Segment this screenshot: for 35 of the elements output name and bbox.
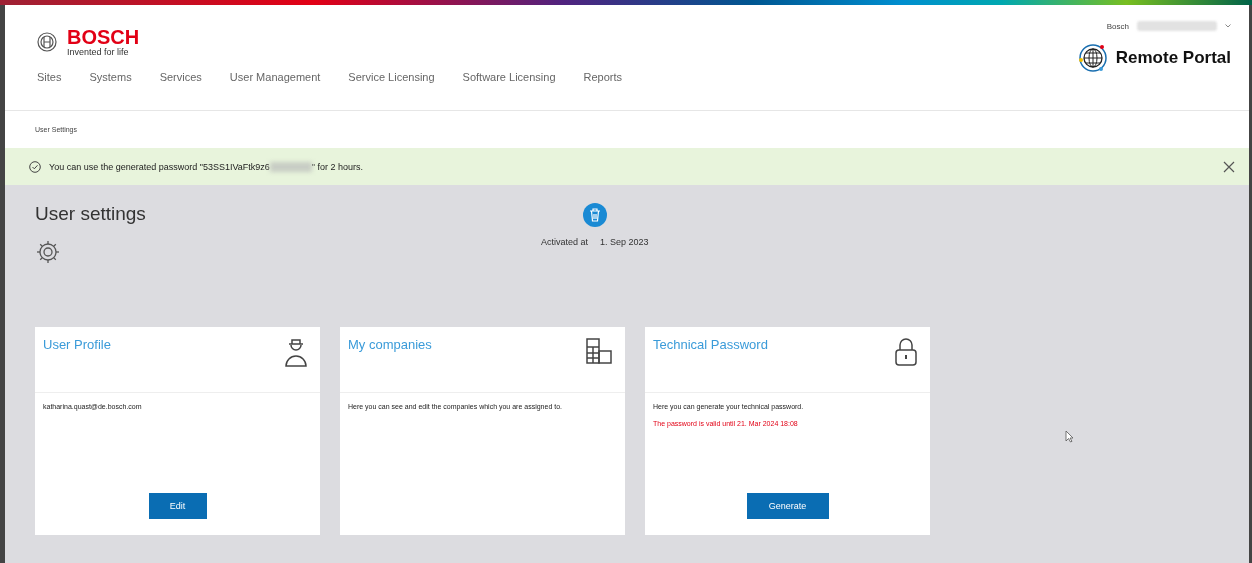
nav-link[interactable]: Services xyxy=(159,71,202,83)
activated-label: Activated at xyxy=(541,237,589,247)
delete-button[interactable] xyxy=(582,203,607,227)
bosch-logo-icon xyxy=(37,32,57,52)
card-title[interactable]: Technical Password xyxy=(653,337,768,392)
banner-message: " for 2 hours. xyxy=(311,161,364,172)
card-title[interactable]: My companies xyxy=(348,337,432,392)
nav-link[interactable]: Reports xyxy=(583,71,623,83)
portal-title: Remote Portal xyxy=(1115,48,1231,68)
blurred-text xyxy=(269,161,312,172)
activated-date: 1. Sep 2023 xyxy=(600,237,649,247)
banner-message: You can use the generated password "53SS1IVaFtk9z6 xyxy=(49,161,270,172)
check-circle-icon xyxy=(29,160,41,173)
trash-icon xyxy=(588,208,601,222)
building-icon xyxy=(585,337,613,365)
card-button[interactable]: Edit xyxy=(148,493,207,519)
nav-link[interactable]: User Management xyxy=(229,71,321,83)
close-icon xyxy=(1223,160,1235,173)
account-name[interactable]: Bosch xyxy=(1106,21,1129,31)
tagline: Invented for life xyxy=(67,47,130,57)
globe-icon xyxy=(1077,43,1108,73)
close-button[interactable] xyxy=(1223,160,1235,173)
brand-name: BOSCH xyxy=(67,27,140,47)
nav-link[interactable]: Sites xyxy=(37,71,62,83)
gear-icon xyxy=(35,239,61,265)
chevron-down-icon[interactable] xyxy=(1225,24,1231,28)
lock-icon xyxy=(894,337,918,367)
nav-link[interactable]: Systems xyxy=(89,71,132,83)
card-title[interactable]: User Profile xyxy=(43,337,111,392)
card-button[interactable]: Generate xyxy=(746,493,829,519)
person-icon xyxy=(284,337,308,367)
mouse-cursor-icon xyxy=(1065,430,1074,443)
page-title: User settings xyxy=(35,203,147,225)
nav-link[interactable]: Software Licensing xyxy=(462,71,556,83)
nav-link[interactable]: Service Licensing xyxy=(348,71,435,83)
